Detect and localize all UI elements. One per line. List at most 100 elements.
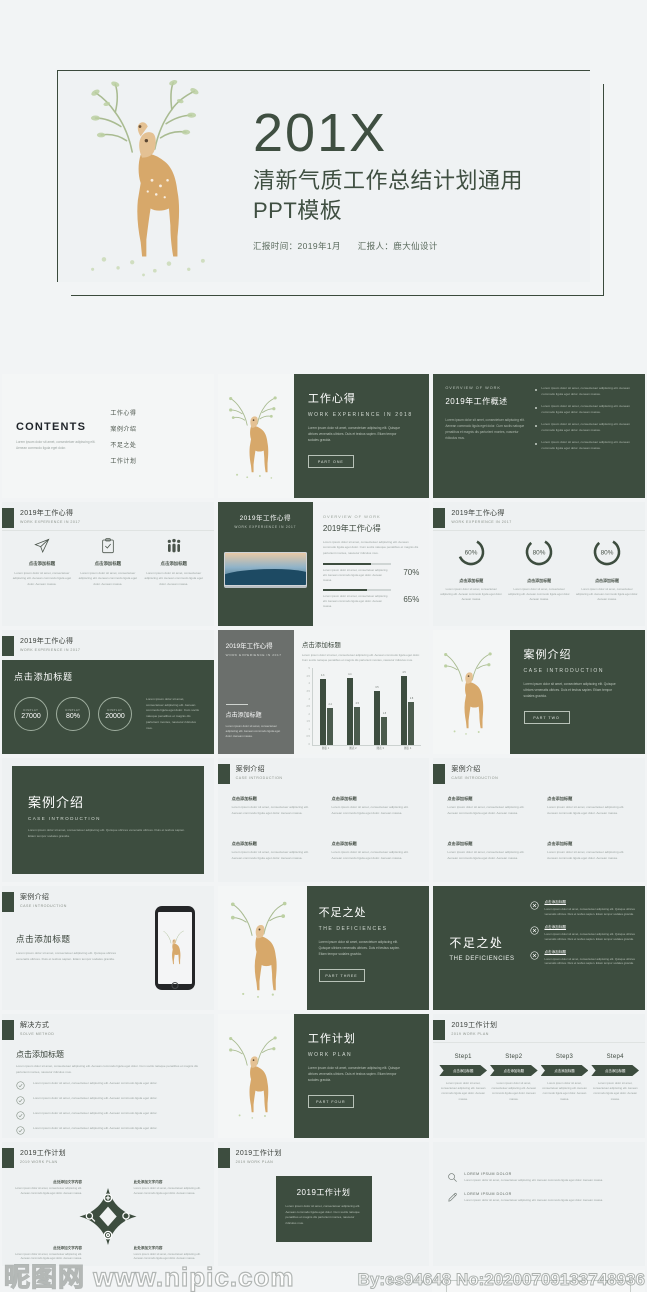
contents-title: CONTENTS bbox=[16, 420, 87, 433]
case-title-cn: 案例介绍 bbox=[28, 795, 85, 810]
slide-thumb-lorem-list[interactable]: LOREM IPSUM DOLOR Lorem ipsum dolor sit a… bbox=[433, 1142, 646, 1266]
slide-head-en: 2019 WORK PLAN bbox=[20, 1160, 58, 1164]
deer-icon bbox=[230, 901, 287, 998]
bar-value-label: 3.5 bbox=[375, 686, 379, 690]
solve-item: Lorem ipsum dolor sit amet, consectetuer… bbox=[16, 1096, 200, 1105]
slide-thumb-bar-chart[interactable]: 2019年工作心得 WORK EXPERIENCE IN 2017 点击添加标题… bbox=[217, 630, 430, 754]
slide-thumb-plan-card[interactable]: 2019工作计划 2019 WORK PLAN 2019工作计划 Lorem i… bbox=[217, 1142, 430, 1266]
slide-thumb-steps[interactable]: 2019工作计划 2019 WORK PLAN Step1 点击添加标题 Lor… bbox=[433, 1014, 646, 1138]
stats-paragraph: Lorem ipsum dolor sit amet, consectetuer… bbox=[146, 697, 199, 730]
section-title-en: WORK PLAN bbox=[307, 1052, 353, 1058]
section-part-button[interactable]: PART THREE bbox=[318, 969, 365, 983]
chart-left-title: 点击添加标题 bbox=[225, 713, 262, 719]
bullet-dot-icon bbox=[535, 407, 538, 410]
case-block: 点击添加标题 Lorem ipsum dolor sit amet, consec… bbox=[447, 841, 531, 876]
bar-value-label: 2.8 bbox=[409, 697, 414, 701]
section-part-button[interactable]: PART FOUR bbox=[307, 1095, 354, 1109]
deficiency-item-title: 点击添加标题 bbox=[544, 949, 567, 954]
step-arrow-label: 点击添加标题 bbox=[591, 1065, 640, 1076]
thumb-row: 201X 解忧素材感谢一路有你 汇报时间：2019年1月 汇报人：鹿大仙设计 bbox=[0, 1268, 647, 1292]
contents-item: 工作心得 bbox=[110, 410, 137, 417]
progress-row: Lorem ipsum dolor sit amet, consectetuer… bbox=[322, 589, 419, 608]
slide-thumb-thanks[interactable]: 201X 解忧素材感谢一路有你 汇报时间：2019年1月 汇报人：鹿大仙设计 bbox=[432, 1270, 645, 1292]
step-item: Step2 点击添加标题 Lorem ipsum dolor sit amet,… bbox=[490, 1054, 538, 1138]
phone-home-button bbox=[171, 981, 179, 989]
slide-thumb-section-four[interactable]: 工作计划 WORK PLAN Lorem ipsum dolor sit ame… bbox=[217, 1014, 430, 1138]
check-circle-icon bbox=[16, 1111, 25, 1120]
thumb-row: 2019工作计划 2019 WORK PLAN 此处添加文字内容 Lorem i… bbox=[0, 1140, 647, 1268]
overview-paragraph: Lorem ipsum dolor sit amet, consectetuer… bbox=[445, 418, 525, 441]
diagram-label: 此处添加文字内容 Lorem ipsum dolor sit amet, con… bbox=[134, 1180, 208, 1196]
slide-thumb-deficiencies[interactable]: 不足之处 THE DEFICIENCIES 点击添加标题 Lorem ipsum … bbox=[433, 886, 646, 1010]
slide-thumb-stats[interactable]: 2019年工作心得 WORK EXPERIENCE IN 2017 点击添加标题… bbox=[2, 630, 214, 754]
step-text: Lorem ipsum dolor sit amet, consectetuer… bbox=[542, 1081, 587, 1101]
stat-circle: DISPLAY 20000 bbox=[98, 697, 132, 732]
case-block-title: 点击添加标题 bbox=[547, 841, 573, 846]
laptop-overview-en: OVERVIEW OF WORK bbox=[322, 514, 381, 519]
deficiency-title-cn: 不足之处 bbox=[449, 936, 504, 950]
section-title-cn: 案例介绍 bbox=[523, 649, 572, 661]
slide-thumb-case-full[interactable]: 案例介绍 CASE INTRODUCTION Lorem ipsum dolor… bbox=[2, 758, 214, 882]
slide-thumb-contents[interactable]: CONTENTS Lorem ipsum dolor sit amet, con… bbox=[2, 374, 214, 498]
step-item: Step1 点击添加标题 Lorem ipsum dolor sit amet,… bbox=[439, 1054, 488, 1138]
slide-thumb-donuts[interactable]: 2019年工作心得 WORK EXPERIENCE IN 2017 60% 点击… bbox=[433, 502, 646, 626]
slide-thumb-solve[interactable]: 解决方式 SOLVE METHOD 点击添加标题 Lorem ipsum dol… bbox=[2, 1014, 214, 1138]
slide-thumb-section-two[interactable]: 案例介绍 CASE INTRODUCTION Lorem ipsum dolor… bbox=[433, 630, 646, 754]
step-item: Step4 点击添加标题 Lorem ipsum dolor sit amet,… bbox=[591, 1054, 640, 1138]
deficiency-item-text: Lorem ipsum dolor sit amet, consectetuer… bbox=[544, 931, 635, 941]
section-title-cn: 工作心得 bbox=[307, 393, 356, 405]
slide-thumb-diagram[interactable]: 2019工作计划 2019 WORK PLAN 此处添加文字内容 Lorem i… bbox=[2, 1142, 214, 1266]
deficiency-item-title: 点击添加标题 bbox=[544, 924, 567, 929]
slide-thumb-experience-icons[interactable]: 2019年工作心得 WORK EXPERIENCE IN 2017 点击添加标题… bbox=[2, 502, 214, 626]
feature-text: Lorem ipsum dolor sit amet, consectetuer… bbox=[144, 571, 203, 586]
slide-thumb-phone[interactable]: 案例介绍 CASE INTRODUCTION 点击添加标题 Lorem ipsu… bbox=[2, 886, 214, 1010]
progress-row: Lorem ipsum dolor sit amet, consectetuer… bbox=[322, 563, 420, 582]
slide-thumb-overview[interactable]: OVERVIEW OF WORK 2019年工作概述 Lorem ipsum d… bbox=[433, 374, 646, 498]
diagram-label-title: 此处添加文字内容 bbox=[53, 1180, 82, 1184]
bar: 4.4 bbox=[346, 673, 353, 745]
lorem-item-title: LOREM IPSUM DOLOR bbox=[464, 1192, 512, 1197]
case-title-en: CASE INTRODUCTION bbox=[28, 816, 101, 821]
donut-title: 点击添加标题 bbox=[459, 578, 484, 583]
slide-head-en: CASE INTRODUCTION bbox=[451, 776, 499, 780]
donut-text: Lorem ipsum dolor sit amet, consectetuer… bbox=[576, 587, 639, 602]
y-tick: 0 bbox=[308, 742, 310, 746]
step-number: Step4 bbox=[606, 1054, 624, 1060]
feature-title: 点击添加标题 bbox=[160, 561, 187, 566]
four-point-star-icon bbox=[79, 1187, 137, 1246]
header-accent-tab bbox=[2, 1020, 14, 1040]
feature-column: 点击添加标题 Lorem ipsum dolor sit amet, conse… bbox=[12, 538, 72, 626]
progress-caption: Lorem ipsum dolor sit amet, consectetuer… bbox=[322, 568, 388, 582]
hero-year: 201X bbox=[253, 103, 388, 164]
slide-thumb-case-grid-1[interactable]: 案例介绍 CASE INTRODUCTION 点击添加标题 Lorem ipsum… bbox=[217, 758, 430, 882]
y-tick: 0.5 bbox=[306, 735, 310, 739]
donut-column: 80% 点击添加标题 Lorem ipsum dolor sit amet, c… bbox=[575, 536, 639, 626]
feature-text: Lorem ipsum dolor sit amet, consectetuer… bbox=[78, 571, 138, 586]
slide-thumb-laptop[interactable]: 2019年工作心得 WORK EXPERIENCE IN 2017 OVERVI… bbox=[217, 502, 430, 626]
slide-thumb-section-one[interactable]: 工作心得 WORK EXPERIENCE IN 2018 Lorem ipsum… bbox=[217, 374, 430, 498]
feature-text: Lorem ipsum dolor sit amet, consectetuer… bbox=[12, 571, 72, 586]
case-block-title: 点击添加标题 bbox=[547, 796, 573, 801]
slide-head-cn: 案例介绍 bbox=[235, 766, 265, 773]
bar: 1.8 bbox=[381, 712, 388, 745]
lorem-item: LOREM IPSUM DOLOR Lorem ipsum dolor sit a… bbox=[447, 1172, 631, 1183]
thumb-row: CONTENTS Lorem ipsum dolor sit amet, con… bbox=[0, 372, 647, 500]
diagram-label-text: Lorem ipsum dolor sit amet, consectetuer… bbox=[15, 1252, 82, 1261]
progress-percent: 70% bbox=[403, 568, 420, 578]
section-part-button[interactable]: PART TWO bbox=[523, 711, 570, 725]
bar: 2.8 bbox=[408, 697, 415, 745]
deer-icon bbox=[444, 652, 493, 735]
slide-thumb-section-three[interactable]: 不足之处 THE DEFICIENCES Lorem ipsum dolor s… bbox=[217, 886, 430, 1010]
solve-item: Lorem ipsum dolor sit amet, consectetuer… bbox=[16, 1081, 200, 1090]
stat-circle: DISPLAY 80% bbox=[56, 697, 90, 732]
slide-thumb-case-grid-2[interactable]: 案例介绍 CASE INTRODUCTION 点击添加标题 Lorem ipsum… bbox=[433, 758, 646, 882]
case-block: 点击添加标题 Lorem ipsum dolor sit amet, consec… bbox=[332, 841, 416, 876]
deficiency-item: 点击添加标题 Lorem ipsum dolor sit amet, consec… bbox=[530, 950, 635, 967]
close-circle-icon bbox=[530, 951, 540, 960]
bar-value-label: 2.5 bbox=[355, 701, 359, 705]
section-desc: Lorem ipsum dolor sit amet, consectetuer… bbox=[307, 426, 400, 442]
section-part-button[interactable]: PART ONE bbox=[307, 455, 354, 469]
slide-head-cn: 案例介绍 bbox=[20, 894, 50, 901]
donut-chart-80b: 80% bbox=[593, 538, 621, 566]
hero-meta: 汇报时间：2019年1月 汇报人：鹿大仙设计 bbox=[253, 240, 590, 252]
